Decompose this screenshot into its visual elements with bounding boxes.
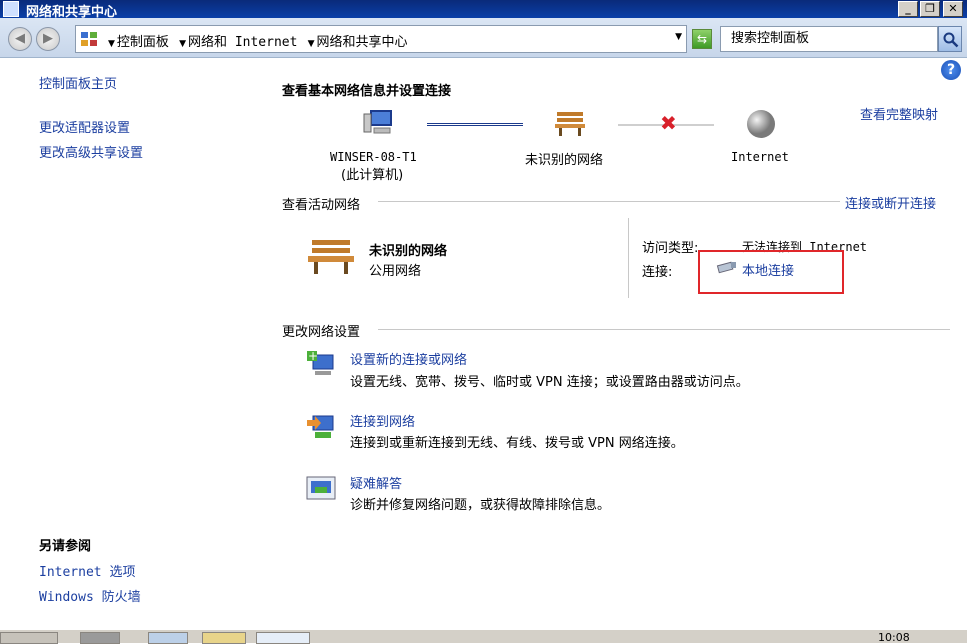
breadcrumb-network-center[interactable]: 网络和共享中心 [317, 35, 408, 50]
search-input[interactable]: 搜索控制面板 [720, 26, 938, 52]
task-troubleshoot-link[interactable]: 疑难解答 [350, 473, 402, 492]
sidebar-link-firewall[interactable]: Windows 防火墙 [39, 586, 141, 605]
section-divider [378, 201, 840, 202]
chevron-down-icon[interactable]: ▼ [675, 32, 682, 42]
search-icon [943, 32, 959, 48]
svg-text:+: + [308, 349, 318, 363]
taskbar-powershell-icon[interactable] [148, 632, 188, 644]
sidebar-link-home[interactable]: 控制面板主页 [39, 73, 117, 92]
new-connection-icon: + [307, 349, 334, 375]
search-button[interactable] [938, 26, 962, 52]
view-full-map-link[interactable]: 查看完整映射 [860, 104, 938, 123]
help-icon[interactable]: ? [941, 60, 961, 80]
active-networks-heading: 查看活动网络 [282, 198, 361, 213]
connect-network-icon [307, 415, 334, 438]
vertical-divider [628, 218, 629, 298]
forward-button[interactable]: ▶ [36, 27, 60, 51]
section-divider [378, 329, 950, 330]
control-panel-icon [81, 32, 97, 46]
bench-icon [555, 112, 585, 136]
active-network-type[interactable]: 公用网络 [369, 260, 421, 279]
taskbar-folder-icon[interactable] [202, 632, 246, 644]
chevron-right-icon[interactable]: ▼ [108, 39, 115, 49]
computer-name: WINSER-08-T1 [330, 150, 417, 164]
see-also-heading: 另请参阅 [39, 539, 92, 554]
computer-note: (此计算机) [341, 168, 404, 183]
taskbar-network-window[interactable] [256, 632, 310, 644]
active-network-name: 未识别的网络 [369, 244, 448, 259]
network-center-icon [3, 1, 19, 17]
address-bar: ◀ ▶ ▼ 控制面板 ▼ 网络和 Internet ▼ 网络和共享中心 ▼ ⇆ 搜索控… [0, 18, 967, 58]
back-button[interactable]: ◀ [8, 27, 32, 51]
sidebar-link-internet-options[interactable]: Internet 选项 [39, 561, 135, 580]
chevron-right-icon[interactable]: ▼ [308, 39, 315, 49]
map-network-label: 未识别的网络 [525, 153, 604, 168]
task-connect-network-link[interactable]: 连接到网络 [350, 411, 415, 430]
task-connect-network-desc: 连接到或重新连接到无线、有线、拨号或 VPN 网络连接。 [350, 436, 684, 451]
connect-disconnect-link[interactable]: 连接或断开连接 [845, 193, 936, 212]
refresh-button[interactable]: ⇆ [692, 29, 712, 49]
taskbar-server-manager-icon[interactable] [80, 632, 120, 644]
taskbar: 10:08 [0, 629, 967, 644]
map-internet-label: Internet [731, 150, 789, 164]
close-button[interactable]: ✕ [943, 1, 963, 17]
task-troubleshoot-desc: 诊断并修复网络问题，或获得故障排除信息。 [350, 498, 611, 513]
title-bar: 网络和共享中心 _ ❐ ✕ [0, 0, 967, 20]
change-settings-heading: 更改网络设置 [282, 325, 361, 340]
computer-icon [363, 110, 392, 134]
start-button[interactable] [0, 632, 58, 644]
highlight-box [698, 250, 844, 294]
task-new-connection-desc: 设置无线、宽带、拨号、临时或 VPN 连接；或设置路由器或访问点。 [350, 375, 749, 390]
address-box[interactable]: ▼ 控制面板 ▼ 网络和 Internet ▼ 网络和共享中心 ▼ [75, 25, 687, 53]
task-new-connection-link[interactable]: 设置新的连接或网络 [350, 349, 467, 368]
page-title: 查看基本网络信息并设置连接 [282, 84, 452, 99]
access-type-label: 访问类型: [642, 241, 699, 256]
breadcrumb-control-panel[interactable]: 控制面板 [117, 35, 169, 50]
connection-line [427, 123, 523, 126]
troubleshoot-icon [306, 476, 336, 500]
minimize-button[interactable]: _ [898, 1, 918, 17]
connection-label: 连接: [642, 265, 673, 280]
sidebar: 控制面板主页 更改适配器设置 更改高级共享设置 另请参阅 Internet 选项… [0, 59, 265, 629]
globe-icon [747, 110, 775, 138]
clock[interactable]: 10:08 [878, 631, 910, 644]
sidebar-link-adapter-settings[interactable]: 更改适配器设置 [39, 117, 130, 136]
restore-button[interactable]: ❐ [920, 1, 940, 17]
bench-icon [308, 240, 354, 274]
error-x-icon: ✖ [660, 111, 677, 135]
chevron-right-icon[interactable]: ▼ [179, 39, 186, 49]
breadcrumb-network-internet[interactable]: 网络和 Internet [188, 35, 297, 50]
sidebar-link-advanced-sharing[interactable]: 更改高级共享设置 [39, 142, 143, 161]
